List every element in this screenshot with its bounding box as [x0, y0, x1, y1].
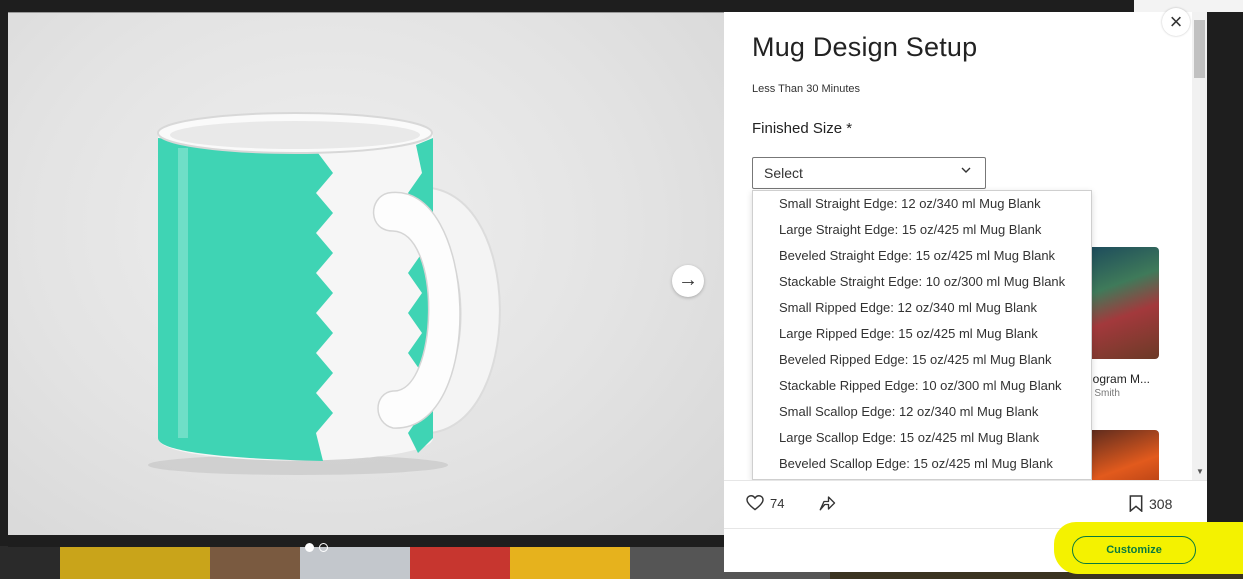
- next-image-button[interactable]: →: [672, 265, 704, 297]
- size-option[interactable]: Beveled Scallop Edge: 15 oz/425 ml Mug B…: [753, 451, 1091, 477]
- related-project-image[interactable]: [1086, 247, 1159, 359]
- select-value: Select: [764, 165, 803, 181]
- close-button[interactable]: ×: [1162, 8, 1190, 36]
- project-title: Mug Design Setup: [752, 32, 978, 62]
- scrollbar-thumb[interactable]: [1194, 20, 1205, 78]
- scroll-down-arrow[interactable]: ▼: [1196, 467, 1204, 476]
- top-bar: [1134, 0, 1243, 12]
- size-option[interactable]: Beveled Ripped Edge: 15 oz/425 ml Mug Bl…: [753, 347, 1091, 373]
- save-button[interactable]: 308: [1129, 495, 1172, 512]
- details-scroll-area: Mug Design Setup Less Than 30 Minutes Fi…: [724, 12, 1192, 480]
- size-option[interactable]: Small Straight Edge: 12 oz/340 ml Mug Bl…: [753, 191, 1091, 217]
- chevron-down-icon: [961, 167, 971, 173]
- close-icon: ×: [1169, 9, 1183, 34]
- like-button[interactable]: 74: [746, 495, 784, 511]
- pagination-dot-2[interactable]: [319, 543, 328, 552]
- size-option[interactable]: Small Scallop Edge: 12 oz/340 ml Mug Bla…: [753, 399, 1091, 425]
- heart-icon: [746, 495, 764, 511]
- size-option[interactable]: Large Straight Edge: 15 oz/425 ml Mug Bl…: [753, 217, 1091, 243]
- finished-size-label: Finished Size *: [752, 120, 853, 137]
- share-button[interactable]: [818, 494, 836, 517]
- related-project-title[interactable]: nogram M...: [1086, 372, 1150, 386]
- size-option[interactable]: Stackable Ripped Edge: 10 oz/300 ml Mug …: [753, 373, 1091, 399]
- like-count: 74: [770, 495, 785, 511]
- size-option[interactable]: Stackable Straight Edge: 10 oz/300 ml Mu…: [753, 269, 1091, 295]
- related-project-image-2[interactable]: [1086, 430, 1159, 480]
- pagination-dot-1[interactable]: [305, 543, 314, 552]
- project-duration: Less Than 30 Minutes: [752, 83, 861, 95]
- action-bar: 74 308: [724, 480, 1207, 528]
- size-options-dropdown: Small Straight Edge: 12 oz/340 ml Mug Bl…: [752, 190, 1092, 480]
- mug-illustration: [148, 112, 501, 475]
- image-pagination: [305, 543, 328, 552]
- project-details-panel: Mug Design Setup Less Than 30 Minutes Fi…: [724, 12, 1207, 572]
- finished-size-select[interactable]: Select: [752, 157, 986, 189]
- size-option[interactable]: Small Ripped Edge: 12 oz/340 ml Mug Blan…: [753, 295, 1091, 321]
- size-option[interactable]: Large Ripped Edge: 15 oz/425 ml Mug Blan…: [753, 321, 1091, 347]
- image-footer: [8, 535, 724, 547]
- size-option[interactable]: Large Scallop Edge: 15 oz/425 ml Mug Bla…: [753, 425, 1091, 451]
- save-count: 308: [1149, 495, 1173, 512]
- project-image: [8, 12, 724, 547]
- size-option[interactable]: Beveled Straight Edge: 15 oz/425 ml Mug …: [753, 243, 1091, 269]
- panel-scrollbar[interactable]: ▼: [1192, 12, 1207, 480]
- share-icon: [819, 496, 836, 511]
- customize-button[interactable]: Customize: [1072, 536, 1196, 564]
- bookmark-icon: [1129, 495, 1143, 512]
